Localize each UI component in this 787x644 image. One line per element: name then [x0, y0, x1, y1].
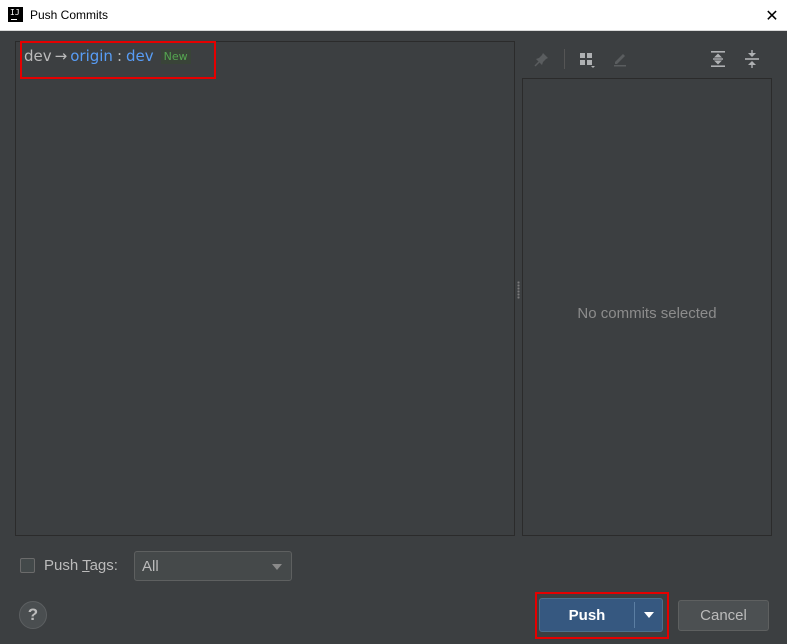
title-bar: IJ Push Commits ✕ — [0, 0, 787, 31]
push-tags-checkbox[interactable] — [20, 558, 35, 573]
collapse-all-icon[interactable] — [741, 48, 763, 70]
expand-all-icon[interactable] — [707, 48, 729, 70]
commits-tree-panel[interactable] — [15, 41, 515, 536]
push-button-highlight — [535, 592, 669, 639]
push-tags-dropdown[interactable]: All — [134, 551, 292, 581]
push-tags-label-suffix: ags: — [89, 557, 118, 574]
group-by-icon[interactable] — [576, 48, 598, 70]
push-tags-selected-value: All — [142, 558, 159, 575]
cancel-button[interactable]: Cancel — [678, 600, 769, 631]
push-target-highlight — [20, 41, 216, 79]
push-tags-label[interactable]: Push Tags: — [44, 557, 118, 574]
help-button[interactable]: ? — [19, 601, 47, 629]
details-toolbar — [523, 44, 772, 76]
close-button[interactable]: ✕ — [757, 0, 787, 30]
panel-splitter-handle[interactable] — [517, 281, 520, 299]
edit-icon[interactable] — [609, 48, 631, 70]
intellij-app-icon: IJ — [8, 7, 23, 22]
toolbar-separator — [564, 49, 565, 69]
window-title: Push Commits — [30, 8, 109, 22]
chevron-down-icon — [272, 564, 282, 570]
pin-icon[interactable] — [531, 48, 553, 70]
push-tags-label-prefix: Push — [44, 557, 83, 574]
push-tags-label-mnemonic: T — [82, 557, 90, 574]
commit-details-panel: No commits selected — [522, 78, 772, 536]
empty-details-message: No commits selected — [577, 305, 717, 322]
